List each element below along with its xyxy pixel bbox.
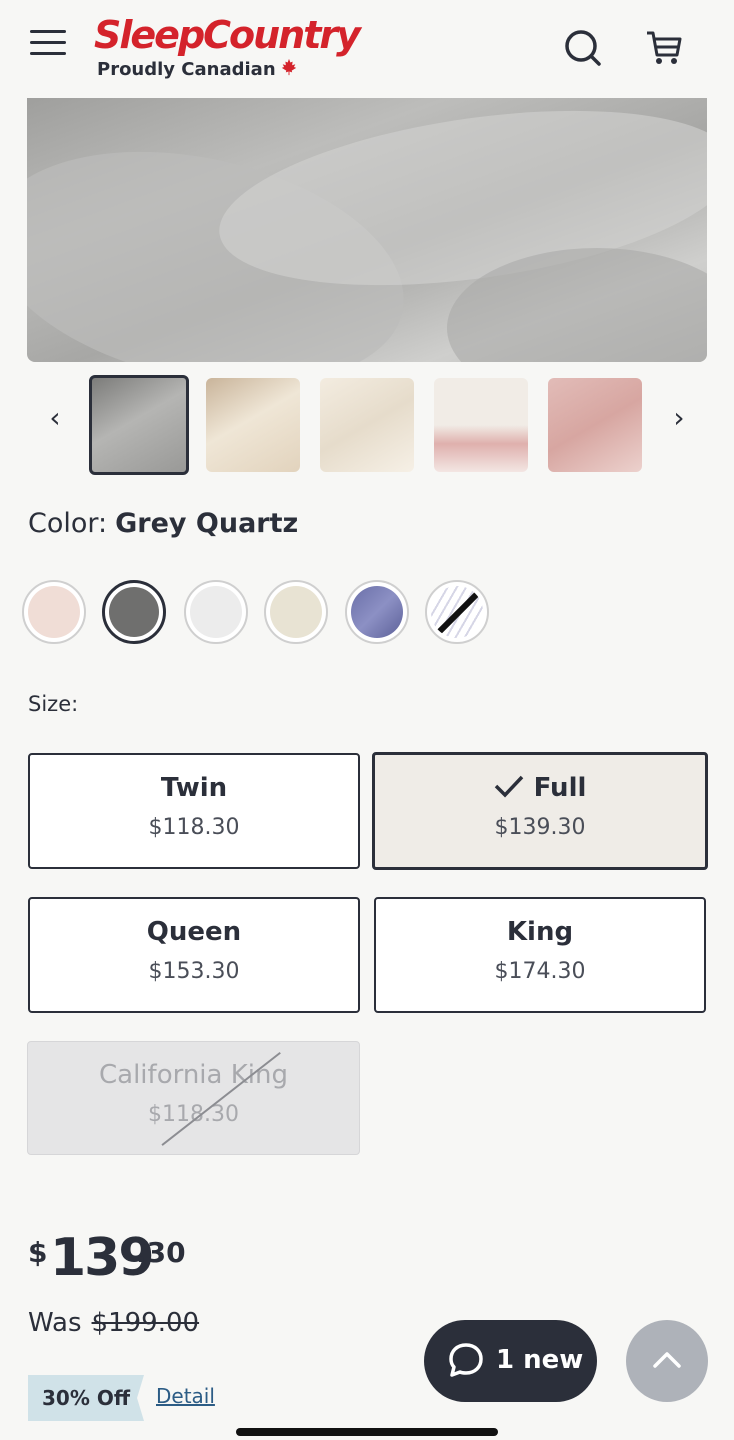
home-indicator: [236, 1428, 498, 1436]
chevron-up-icon: [653, 1352, 681, 1368]
thumbnail-5[interactable]: [548, 378, 642, 472]
gallery-next-button[interactable]: ›: [664, 400, 694, 436]
swatch-grey-quartz[interactable]: [102, 580, 166, 644]
detail-link[interactable]: Detail: [156, 1384, 215, 1408]
size-name: Queen: [146, 917, 242, 947]
swatch-ivory[interactable]: [264, 580, 328, 644]
selected-color-name: Grey Quartz: [115, 508, 299, 539]
logo-tagline: Proudly Canadian: [97, 59, 276, 80]
size-name: Twin: [160, 773, 228, 803]
size-price: $118.30: [148, 1102, 239, 1127]
swatch-blush[interactable]: [22, 580, 86, 644]
thumbnail-1[interactable]: [89, 375, 189, 475]
menu-icon[interactable]: [30, 30, 66, 58]
swatch-white[interactable]: [184, 580, 248, 644]
maple-leaf-icon: [280, 58, 298, 81]
logo-wordmark: SleepCountry: [94, 13, 361, 57]
size-name: Full: [533, 773, 587, 803]
gallery-prev-button[interactable]: ‹: [40, 400, 70, 436]
size-price: $139.30: [494, 815, 586, 840]
size-price: $118.30: [148, 815, 240, 840]
cart-icon[interactable]: [644, 28, 684, 68]
swatch-indigo[interactable]: [345, 580, 409, 644]
thumbnail-2[interactable]: [206, 378, 300, 472]
discount-badge: 30% Off: [28, 1375, 144, 1421]
size-price: $153.30: [148, 959, 240, 984]
size-option-california-king: California King $118.30: [27, 1041, 360, 1155]
was-price: Was $199.00: [28, 1308, 200, 1338]
size-name: California King: [99, 1060, 288, 1090]
checkmark-icon: [494, 775, 523, 798]
logo[interactable]: SleepCountry Proudly Canadian: [94, 10, 361, 81]
size-option-king[interactable]: King $174.30: [374, 897, 706, 1013]
chat-button[interactable]: 1 new: [424, 1320, 597, 1402]
size-price: $174.30: [494, 959, 586, 984]
color-label: Color: Grey Quartz: [28, 508, 299, 539]
thumbnail-4[interactable]: [434, 378, 528, 472]
site-header: SleepCountry Proudly Canadian: [0, 0, 734, 98]
size-name: King: [506, 917, 574, 947]
size-option-twin[interactable]: Twin $118.30: [28, 753, 360, 869]
thumbnail-3[interactable]: [320, 378, 414, 472]
size-option-full[interactable]: Full $139.30: [372, 752, 708, 870]
chat-label: 1 new: [496, 1345, 584, 1375]
size-label: Size:: [28, 692, 79, 716]
product-hero-image[interactable]: [27, 98, 707, 362]
size-option-queen[interactable]: Queen $153.30: [28, 897, 360, 1013]
swatch-pattern[interactable]: [425, 580, 489, 644]
search-icon[interactable]: [564, 28, 602, 68]
back-to-top-button[interactable]: [626, 1320, 708, 1402]
chat-bubble-icon: [449, 1343, 483, 1377]
